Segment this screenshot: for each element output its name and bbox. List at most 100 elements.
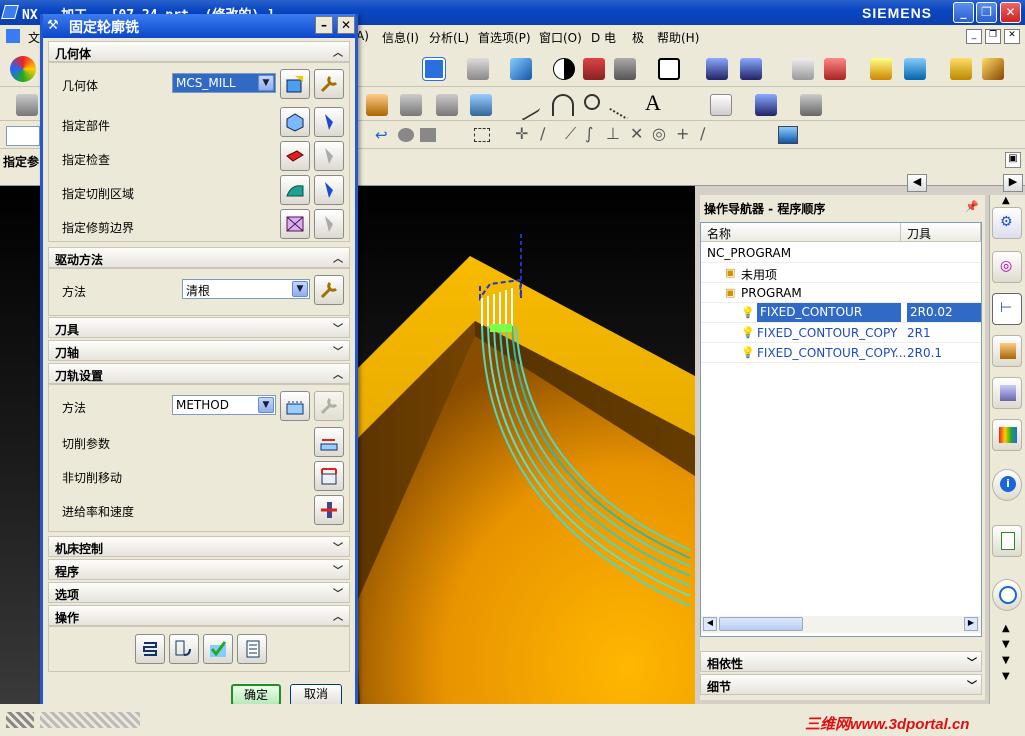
geometry-select[interactable]: MCS_MILL ▼: [172, 73, 276, 93]
resbar-scroll-down-icon[interactable]: ▼: [1002, 639, 1010, 650]
snap-line-icon[interactable]: ∕: [700, 124, 705, 143]
snap-icon-1[interactable]: [398, 128, 414, 142]
horizontal-scrollbar[interactable]: ◀ ▶: [701, 616, 981, 633]
section-tool[interactable]: 刀具 ﹀: [48, 317, 350, 338]
info-tab[interactable]: i: [992, 469, 1022, 501]
edit-drive-button[interactable]: [314, 275, 344, 305]
maximize-button[interactable]: ❐: [976, 2, 997, 23]
chevron-up-icon[interactable]: ︿: [330, 250, 346, 266]
chevron-down-icon[interactable]: ▼: [258, 75, 274, 91]
close-button[interactable]: ✕: [1000, 2, 1021, 23]
edit-method-button[interactable]: [314, 391, 344, 421]
snap-center-icon[interactable]: ◎: [652, 124, 666, 143]
section-program[interactable]: 程序 ﹀: [48, 559, 350, 580]
app-menu-icon[interactable]: [6, 29, 20, 43]
doc-minimize-button[interactable]: _: [966, 29, 982, 44]
snap-icon-2[interactable]: [420, 128, 436, 142]
create-tool-icon[interactable]: [400, 94, 422, 116]
start-icon[interactable]: [10, 56, 36, 82]
dialog-close-button[interactable]: ✕: [337, 16, 355, 34]
undo-icon[interactable]: ↩: [375, 126, 388, 144]
clock-icon[interactable]: [992, 579, 1022, 611]
table-row[interactable]: ▣ 未用项: [701, 263, 981, 283]
show-cut-area-button[interactable]: [314, 175, 344, 205]
specify-check-button[interactable]: [280, 141, 310, 171]
menu-analysis[interactable]: 分析(L): [429, 29, 469, 46]
snap-end-icon[interactable]: ∕: [540, 124, 545, 143]
details-section[interactable]: 细节 ﹀: [700, 674, 982, 695]
path-method-select[interactable]: METHOD ▼: [172, 395, 276, 415]
snap-point-icon[interactable]: ✛: [515, 124, 528, 143]
section-tool-axis[interactable]: 刀轴 ﹀: [48, 340, 350, 361]
section-geometry[interactable]: 几何体 ︿: [48, 41, 350, 62]
show-part-button[interactable]: [314, 107, 344, 137]
shading-icon[interactable]: [553, 58, 575, 80]
chevron-up-icon[interactable]: ︿: [330, 366, 346, 382]
edit-geometry-button[interactable]: [314, 69, 344, 99]
operation-navigator-tab[interactable]: ⊢: [992, 293, 1022, 325]
dialog-minimize-button[interactable]: –: [315, 16, 333, 34]
reuse-library-tab[interactable]: [992, 377, 1022, 409]
table-row[interactable]: 💡 FIXED_CONTOUR_COPY 2R1: [701, 323, 981, 343]
snap-intersect-icon[interactable]: ✕: [630, 124, 643, 143]
verify-path-icon[interactable]: [755, 94, 777, 116]
fade-icon[interactable]: [614, 58, 636, 80]
constraint-navigator-tab[interactable]: ◎: [992, 251, 1022, 283]
new-method-button[interactable]: [280, 391, 310, 421]
library-tab[interactable]: [992, 419, 1022, 451]
chevron-down-icon[interactable]: ﹀: [967, 654, 977, 669]
menu-preferences[interactable]: 首选项(P): [478, 29, 531, 46]
specify-trim-button[interactable]: [280, 209, 310, 239]
new-geometry-button[interactable]: [280, 69, 310, 99]
replay-button[interactable]: [169, 634, 199, 664]
resbar-scroll-end-icon[interactable]: ▼: [1002, 671, 1010, 682]
minimize-button[interactable]: _: [953, 2, 974, 23]
background-icon[interactable]: [658, 58, 680, 80]
section-operations[interactable]: 操作 ︿: [48, 605, 350, 626]
show-trim-button[interactable]: [314, 209, 344, 239]
table-row[interactable]: ▣ PROGRAM: [701, 283, 981, 303]
text-icon[interactable]: A: [645, 90, 661, 116]
table-row[interactable]: 💡 FIXED_CONTOUR_COPY... 2R0.1: [701, 343, 981, 363]
render-style-icon[interactable]: [510, 58, 532, 80]
ok-button[interactable]: 确定: [231, 684, 281, 706]
model-view-icon[interactable]: [778, 126, 798, 144]
scroll-right-icon[interactable]: ▶: [964, 617, 978, 631]
circle-icon[interactable]: [584, 94, 600, 110]
snap-mid-icon[interactable]: ⟋: [565, 124, 576, 144]
arc-icon[interactable]: [552, 94, 574, 116]
chevron-down-icon[interactable]: ▼: [292, 281, 308, 297]
pin-icon[interactable]: 📌: [965, 200, 979, 213]
menu-help[interactable]: 帮助(H): [657, 29, 699, 46]
move-object-icon[interactable]: [706, 58, 728, 80]
feeds-speeds-button[interactable]: [314, 495, 344, 525]
orient-view-icon[interactable]: [467, 58, 489, 80]
generate-path-icon[interactable]: [710, 94, 732, 116]
layer-icon[interactable]: [792, 58, 814, 80]
chevron-down-icon[interactable]: ﹀: [330, 585, 346, 601]
chevron-up-icon[interactable]: ︿: [330, 44, 346, 60]
create-geometry-icon[interactable]: [436, 94, 458, 116]
menu-electrode[interactable]: D 电: [591, 29, 616, 46]
section-machine-control[interactable]: 机床控制 ﹀: [48, 536, 350, 557]
snap-curve-icon[interactable]: ∫: [585, 124, 593, 143]
wcs-icon[interactable]: [740, 58, 762, 80]
non-cut-button[interactable]: [314, 461, 344, 491]
verify-button[interactable]: [203, 634, 233, 664]
column-name-header[interactable]: 名称: [701, 223, 901, 242]
coordinate-icon[interactable]: [824, 58, 846, 80]
box-select-icon[interactable]: [474, 128, 490, 142]
nav-next-button[interactable]: ▶: [1003, 174, 1023, 192]
column-tool-header[interactable]: 刀具: [901, 223, 981, 242]
collapse-ribbon-button[interactable]: ▣: [1005, 152, 1021, 168]
table-row[interactable]: 💡 FIXED_CONTOUR 2R0.02: [701, 303, 981, 323]
chevron-down-icon[interactable]: ﹀: [330, 562, 346, 578]
menu-file[interactable]: 文: [28, 29, 40, 46]
chevron-down-icon[interactable]: ﹀: [330, 343, 346, 359]
chevron-down-icon[interactable]: ﹀: [330, 539, 346, 555]
section-drive-method[interactable]: 驱动方法 ︿: [48, 247, 350, 268]
create-method-icon[interactable]: [470, 94, 492, 116]
history-tab[interactable]: [992, 525, 1022, 557]
resbar-up-icon[interactable]: ▲: [1002, 195, 1010, 206]
create-program-icon[interactable]: [366, 94, 388, 116]
